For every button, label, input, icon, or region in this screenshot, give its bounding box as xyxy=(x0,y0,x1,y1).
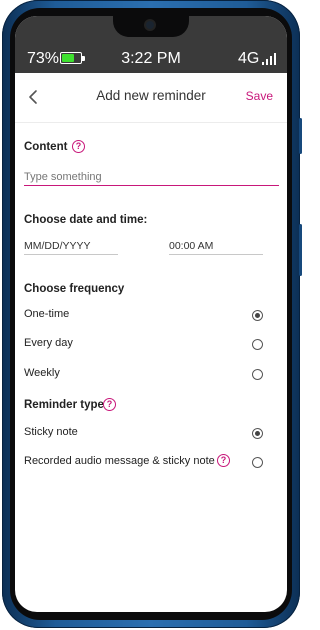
screen: 73% 3:22 PM 4G Add new reminder Save Con… xyxy=(15,16,287,612)
frequency-every-day-radio[interactable] xyxy=(252,339,263,350)
app-bar: Add new reminder Save xyxy=(15,73,287,123)
datetime-title: Choose date and time: xyxy=(24,214,148,226)
frequency-title: Choose frequency xyxy=(24,283,125,295)
reminder-type-help-icon[interactable]: ? xyxy=(103,398,116,411)
reminder-type-sticky-note-radio[interactable] xyxy=(252,428,263,439)
signal-icon xyxy=(262,53,276,65)
frequency-option-weekly-label: Weekly xyxy=(24,367,60,379)
notch xyxy=(113,16,189,37)
network-type: 4G xyxy=(238,50,260,67)
content-input[interactable] xyxy=(24,168,279,186)
front-camera xyxy=(146,21,154,29)
reminder-type-audio-label: Recorded audio message & sticky note xyxy=(24,455,215,467)
reminder-type-audio-radio[interactable] xyxy=(252,457,263,468)
content-help-icon[interactable]: ? xyxy=(72,140,85,153)
reminder-type-sticky-note-label: Sticky note xyxy=(24,426,78,438)
status-bar: 73% 3:22 PM 4G xyxy=(15,16,287,73)
save-button[interactable]: Save xyxy=(246,89,273,103)
content-title: Content xyxy=(24,141,68,153)
audio-help-icon[interactable]: ? xyxy=(217,454,230,467)
frequency-option-every-day-label: Every day xyxy=(24,337,73,349)
time-input[interactable] xyxy=(169,238,263,255)
frequency-option-one-time-label: One-time xyxy=(24,308,70,320)
volume-button xyxy=(299,224,302,276)
frequency-weekly-radio[interactable] xyxy=(252,369,263,380)
frequency-one-time-radio[interactable] xyxy=(252,310,263,321)
date-input[interactable] xyxy=(24,238,118,255)
power-button xyxy=(299,118,302,154)
reminder-type-title: Reminder type xyxy=(24,399,104,411)
